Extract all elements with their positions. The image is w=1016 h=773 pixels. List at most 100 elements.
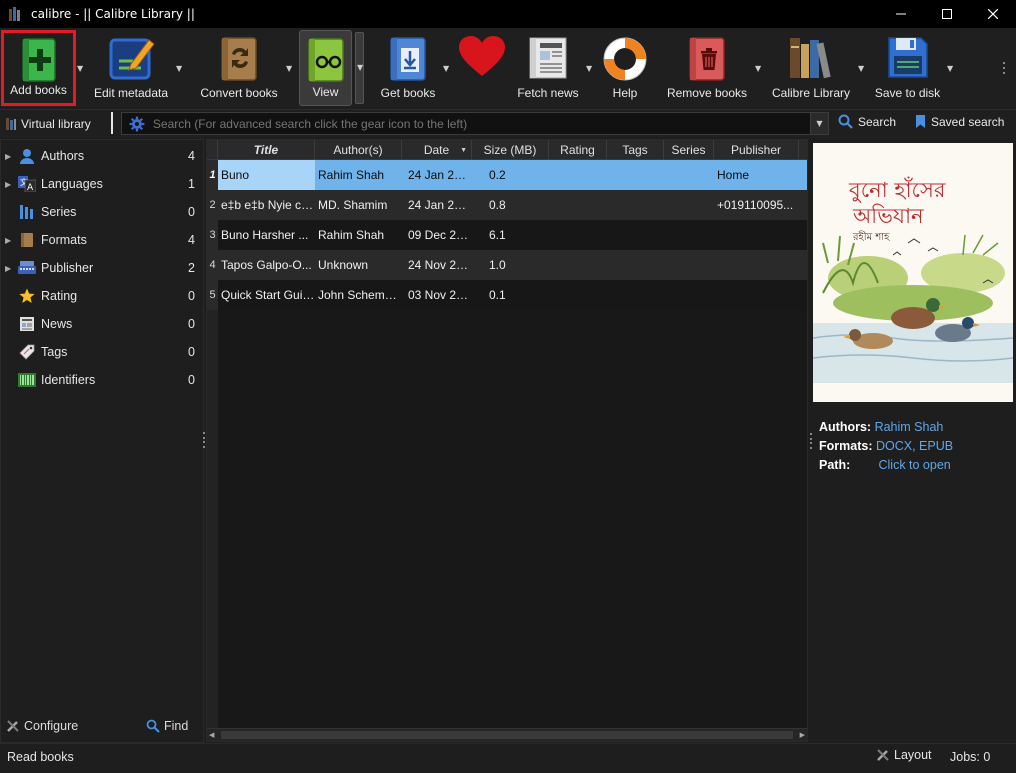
search-history-dropdown[interactable]: ▼ — [810, 112, 829, 135]
horizontal-scrollbar[interactable]: ◀ ▶ — [207, 728, 807, 741]
get-books-dropdown-arrow[interactable]: ▼ — [443, 64, 449, 73]
cover-illustration: বুনো হাঁসের অভিযান রহীম শাহ — [813, 143, 1013, 402]
tag-browser-item-series[interactable]: Series 0 — [1, 198, 203, 226]
cell-authors: Unknown — [318, 258, 369, 272]
languages-icon: 文A — [17, 175, 37, 193]
get-books-button[interactable]: Get books — [372, 30, 444, 106]
remove-books-dropdown-arrow[interactable]: ▼ — [755, 64, 761, 73]
tag-browser-item-count: 4 — [188, 233, 195, 247]
convert-books-button[interactable]: Convert books — [196, 30, 282, 106]
help-label: Help — [612, 86, 638, 100]
tag-browser-item-label: Rating — [41, 289, 78, 303]
column-header-publisher[interactable]: Publisher — [714, 140, 799, 160]
details-path-link[interactable]: Click to open — [878, 458, 950, 472]
tag-browser-item-news[interactable]: News 0 — [1, 310, 203, 338]
row-number: 1 — [207, 160, 218, 190]
jobs-indicator[interactable]: Jobs: 0 — [950, 750, 990, 764]
details-formats-links[interactable]: DOCX, EPUB — [876, 439, 953, 453]
book-row[interactable]: 2 e‡b e‡b Nyie cv... MD. Shamim 24 Jan 2… — [207, 190, 807, 220]
expand-arrow-icon[interactable]: ▶ — [5, 152, 17, 161]
column-header-size[interactable]: Size (MB) — [472, 140, 549, 160]
cover-title-line-1: বুনো হাঁসের — [848, 177, 946, 202]
details-authors-link[interactable]: Rahim Shah — [875, 420, 944, 434]
cell-size: 6.1 — [489, 228, 506, 242]
search-input[interactable] — [152, 116, 810, 131]
search-icon — [838, 114, 853, 129]
book-row[interactable]: 4 Tapos Galpo-O... Unknown 24 Nov 2020 1… — [207, 250, 807, 280]
details-authors-key: Authors: — [819, 420, 872, 434]
tag-browser-item-authors[interactable]: ▶ Authors 4 — [1, 142, 203, 170]
maximize-icon — [942, 9, 952, 19]
add-books-label: Add books — [10, 83, 67, 97]
virtual-library-button[interactable]: Virtual library — [5, 114, 91, 134]
book-row[interactable]: 1 Buno Rahim Shah 24 Jan 2021 0.2 Home — [207, 160, 807, 190]
book-details-panel: বুনো হাঁসের অভিযান রহীম শাহ Authors: Rah… — [809, 139, 1016, 743]
cell-authors: Rahim Shah — [318, 168, 385, 182]
save-to-disk-dropdown-arrow[interactable]: ▼ — [947, 64, 953, 73]
scrollbar-thumb[interactable] — [221, 731, 793, 739]
search-bar: Virtual library ▼ Search Saved search — [0, 110, 1016, 138]
help-button[interactable]: Help — [599, 30, 651, 106]
column-header-date[interactable]: Date ▼ — [402, 140, 472, 160]
remove-books-button[interactable]: Remove books — [664, 30, 750, 106]
book-row[interactable]: 3 Buno Harsher ... Rahim Shah 09 Dec 202… — [207, 220, 807, 250]
calibre-library-dropdown-arrow[interactable]: ▼ — [858, 64, 864, 73]
edit-metadata-dropdown-arrow[interactable]: ▼ — [176, 64, 182, 73]
scroll-left-arrow-icon[interactable]: ◀ — [209, 731, 214, 739]
add-books-button[interactable]: Add books — [1, 30, 76, 106]
floppy-disk-icon — [887, 37, 928, 78]
find-button[interactable]: Find — [146, 719, 188, 733]
fetch-news-dropdown-arrow[interactable]: ▼ — [586, 64, 592, 73]
right-splitter-handle[interactable] — [810, 433, 812, 449]
cell-publisher: Home — [717, 168, 750, 182]
view-button[interactable]: View — [299, 30, 352, 106]
details-authors-row: Authors: Rahim Shah — [819, 418, 953, 437]
layout-button[interactable]: Layout — [876, 748, 932, 762]
calibre-library-button[interactable]: Calibre Library — [768, 30, 854, 106]
toolbar-overflow-grip[interactable] — [1003, 62, 1006, 74]
cell-size: 0.1 — [489, 288, 506, 302]
main-toolbar: Add books ▼ Edit metadata ▼ Convert book… — [0, 28, 1016, 110]
expand-arrow-icon[interactable]: ▶ — [5, 180, 17, 189]
tag-browser-item-rating[interactable]: Rating 0 — [1, 282, 203, 310]
tag-browser-item-languages[interactable]: ▶ 文A Languages 1 — [1, 170, 203, 198]
view-dropdown[interactable]: ▼ — [355, 32, 364, 104]
book-row[interactable]: 5 Quick Start Guide John Schember 03 Nov… — [207, 280, 807, 310]
tag-browser-item-formats[interactable]: ▶ Formats 4 — [1, 226, 203, 254]
saved-search-button[interactable]: Saved search — [915, 114, 1004, 129]
title-bar: calibre - || Calibre Library || — [0, 0, 1016, 28]
view-book-icon — [307, 38, 344, 82]
book-cover[interactable]: বুনো হাঁসের অভিযান রহীম শাহ — [813, 143, 1013, 402]
cell-date: 03 Nov 2020 — [408, 288, 472, 302]
configure-button[interactable]: Configure — [6, 719, 78, 733]
column-header-rating[interactable]: Rating — [549, 140, 607, 160]
scroll-right-arrow-icon[interactable]: ▶ — [800, 731, 805, 739]
cell-title: Buno — [218, 160, 315, 190]
search-button[interactable]: Search — [838, 114, 896, 129]
expand-arrow-icon[interactable]: ▶ — [5, 236, 17, 245]
left-splitter-handle[interactable] — [203, 432, 205, 448]
minimize-button[interactable] — [878, 0, 924, 28]
save-to-disk-button[interactable]: Save to disk — [870, 30, 945, 106]
gear-icon[interactable] — [129, 116, 145, 132]
search-box[interactable] — [121, 112, 811, 135]
donate-heart-button[interactable] — [457, 34, 507, 80]
column-header-authors[interactable]: Author(s) — [315, 140, 402, 160]
tag-browser-item-identifiers[interactable]: Identifiers 0 — [1, 366, 203, 394]
column-header-series[interactable]: Series — [664, 140, 714, 160]
edit-metadata-button[interactable]: Edit metadata — [88, 30, 174, 106]
find-search-icon — [146, 719, 160, 733]
add-books-dropdown-arrow[interactable]: ▼ — [77, 64, 83, 73]
convert-books-dropdown-arrow[interactable]: ▼ — [286, 64, 292, 73]
expand-arrow-icon[interactable]: ▶ — [5, 264, 17, 273]
layout-tools-icon — [877, 749, 889, 761]
column-header-title[interactable]: Title — [218, 140, 315, 160]
fetch-news-button[interactable]: Fetch news — [510, 30, 586, 106]
close-button[interactable] — [970, 0, 1016, 28]
column-header-tags[interactable]: Tags — [607, 140, 664, 160]
cell-authors: Rahim Shah — [318, 228, 385, 242]
cover-author: রহীম শাহ — [852, 230, 890, 243]
maximize-button[interactable] — [924, 0, 970, 28]
tag-browser-item-publisher[interactable]: ▶ Publisher 2 — [1, 254, 203, 282]
tag-browser-item-tags[interactable]: Tags 0 — [1, 338, 203, 366]
